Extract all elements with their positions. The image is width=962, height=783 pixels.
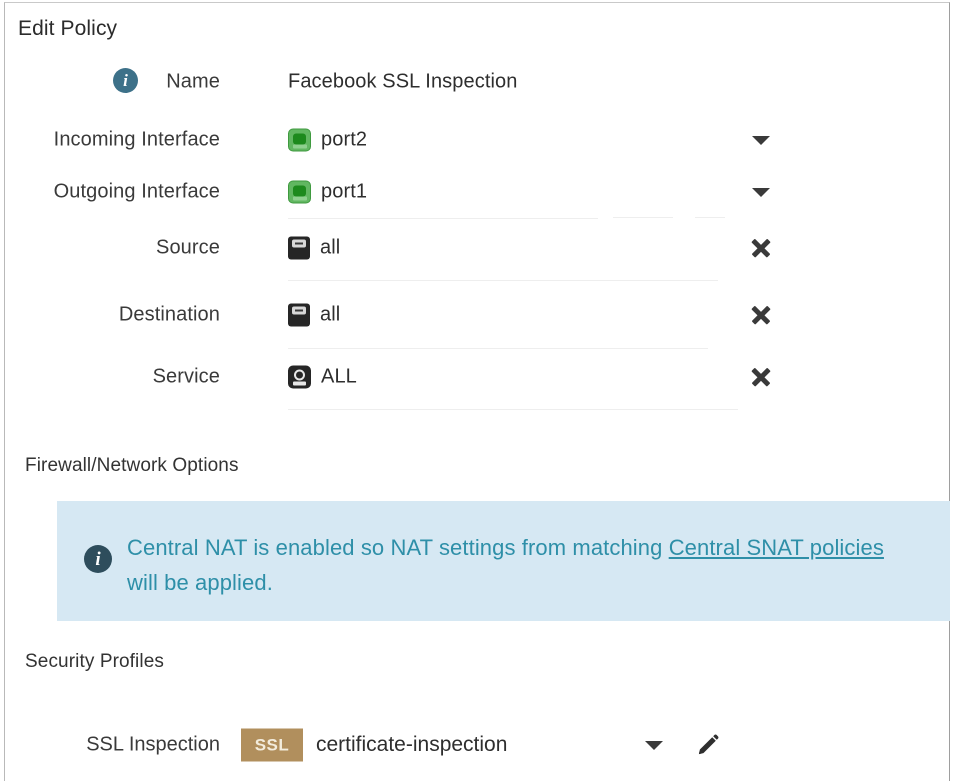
field-row-name: Name i Facebook SSL Inspection	[5, 59, 949, 105]
destination-text: all	[320, 303, 341, 326]
field-row-ssl-inspection: SSL Inspection SSL certificate-inspectio…	[5, 721, 949, 769]
info-icon[interactable]: i	[113, 68, 138, 93]
close-icon	[752, 368, 771, 387]
field-label-destination: Destination	[118, 303, 220, 326]
edit-pencil-icon	[698, 734, 719, 755]
banner-text-before-link: Central NAT is enabled so NAT settings f…	[127, 535, 669, 560]
central-snat-policies-link[interactable]: Central SNAT policies	[669, 535, 884, 560]
policy-name-text: Facebook SSL Inspection	[288, 70, 518, 93]
field-label-ssl-inspection: SSL Inspection	[86, 733, 220, 756]
field-row-source: Source all	[5, 225, 949, 271]
field-value-service[interactable]: ALL	[288, 365, 357, 389]
field-label-source: Source	[156, 236, 220, 259]
source-text: all	[320, 236, 341, 259]
field-row-service: Service ALL	[5, 354, 949, 400]
edit-policy-dialog-screenshot: Edit Policy Name i Facebook SSL Inspecti…	[0, 0, 962, 783]
row-divider	[288, 218, 598, 219]
service-text: ALL	[321, 365, 357, 388]
field-row-incoming-interface: Incoming Interface port2	[5, 117, 949, 163]
source-remove-button[interactable]	[747, 234, 775, 262]
ssl-inspection-dropdown-button[interactable]	[642, 733, 666, 757]
info-icon: i	[84, 545, 112, 573]
row-divider	[288, 280, 718, 281]
row-divider	[695, 217, 725, 218]
chevron-down-icon	[752, 187, 770, 197]
banner-message: Central NAT is enabled so NAT settings f…	[127, 530, 892, 600]
row-divider	[613, 217, 673, 218]
ssl-inspection-edit-button[interactable]	[693, 730, 723, 760]
dialog-frame: Edit Policy Name i Facebook SSL Inspecti…	[4, 2, 950, 781]
close-icon	[752, 239, 771, 258]
field-row-outgoing-interface: Outgoing Interface port1	[5, 169, 949, 215]
section-heading-firewall-network-options: Firewall/Network Options	[25, 455, 239, 476]
incoming-interface-text: port2	[321, 128, 368, 151]
chevron-down-icon	[752, 135, 770, 145]
port-icon	[288, 128, 311, 152]
address-object-icon	[288, 303, 310, 327]
field-value-name: Facebook SSL Inspection	[288, 71, 517, 94]
row-divider	[288, 409, 738, 410]
outgoing-interface-text: port1	[321, 180, 368, 203]
banner-text-after-link: will be applied.	[127, 570, 273, 595]
field-label-outgoing-interface: Outgoing Interface	[53, 180, 220, 203]
page-title: Edit Policy	[18, 17, 118, 40]
port-icon	[288, 180, 311, 204]
destination-remove-button[interactable]	[747, 301, 775, 329]
field-value-destination[interactable]: all	[288, 303, 341, 327]
row-divider	[288, 348, 708, 349]
ssl-badge-icon: SSL	[241, 728, 303, 762]
field-row-destination: Destination all	[5, 292, 949, 338]
service-object-icon	[288, 365, 311, 389]
chevron-down-icon	[645, 740, 663, 750]
field-label-service: Service	[152, 365, 220, 388]
field-label-incoming-interface: Incoming Interface	[53, 128, 220, 151]
close-icon	[752, 306, 771, 325]
central-nat-info-banner: i Central NAT is enabled so NAT settings…	[57, 501, 950, 621]
service-remove-button[interactable]	[747, 363, 775, 391]
outgoing-interface-dropdown-button[interactable]	[747, 178, 775, 206]
field-value-source[interactable]: all	[288, 236, 341, 260]
field-value-outgoing-interface[interactable]: port1	[288, 180, 368, 204]
incoming-interface-dropdown-button[interactable]	[747, 126, 775, 154]
ssl-inspection-profile-value[interactable]: certificate-inspection	[316, 733, 507, 757]
field-value-incoming-interface[interactable]: port2	[288, 128, 368, 152]
section-heading-security-profiles: Security Profiles	[25, 651, 164, 672]
address-object-icon	[288, 236, 310, 260]
